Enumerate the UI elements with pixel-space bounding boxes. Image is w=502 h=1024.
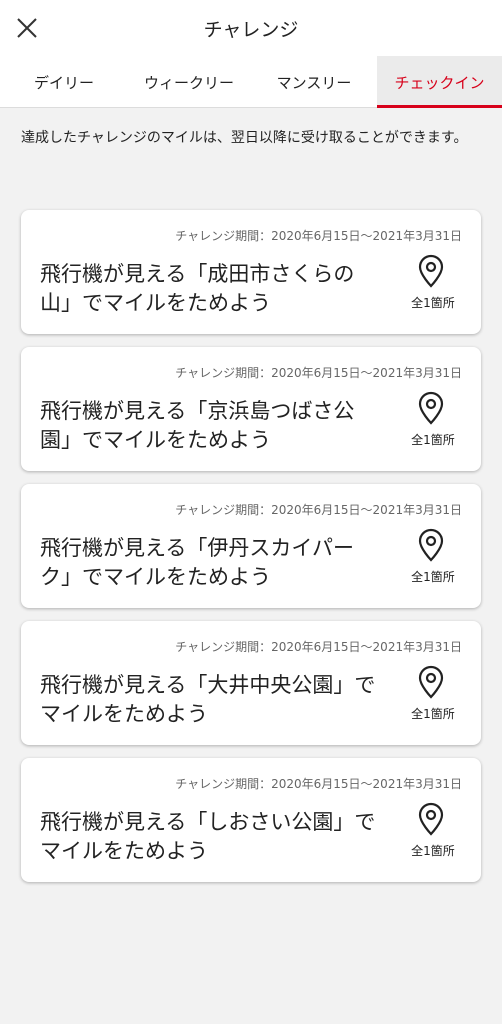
location-pin-icon — [418, 391, 444, 425]
location-pin-icon — [418, 802, 444, 836]
challenge-title: 飛行機が見える「大井中央公園」でマイルをためよう — [40, 673, 376, 726]
tab-weekly[interactable]: ウィークリー — [135, 56, 243, 108]
challenge-location-count: 全1箇所 — [411, 707, 455, 721]
challenge-location-count: 全1箇所 — [411, 570, 455, 584]
challenge-location-count: 全1箇所 — [411, 844, 455, 858]
tab-daily[interactable]: デイリー — [14, 56, 114, 108]
challenge-card[interactable]: チャレンジ期間：2020年6月15日～2021年3月31日 飛行機が見える「伊丹… — [21, 484, 481, 608]
challenge-title: 飛行機が見える「しおさい公園」でマイルをためよう — [40, 810, 376, 863]
challenge-period: チャレンジ期間：2020年6月15日～2021年3月31日 — [175, 777, 462, 791]
tab-checkin[interactable]: チェックイン — [377, 56, 502, 108]
challenge-card[interactable]: チャレンジ期間：2020年6月15日～2021年3月31日 飛行機が見える「成田… — [21, 210, 481, 334]
challenge-title: 飛行機が見える「伊丹スカイパーク」でマイルをためよう — [40, 536, 354, 589]
page-title: チャレンジ — [203, 19, 299, 41]
challenge-card[interactable]: チャレンジ期間：2020年6月15日～2021年3月31日 飛行機が見える「京浜… — [21, 347, 481, 471]
challenge-title: 飛行機が見える「京浜島つばさ公園」でマイルをためよう — [40, 399, 355, 452]
top-app-bar: チャレンジ — [0, 0, 502, 56]
challenge-period: チャレンジ期間：2020年6月15日～2021年3月31日 — [175, 366, 462, 380]
notice-text: 達成したチャレンジのマイルは、翌日以降に受け取ることができます。 — [21, 130, 468, 146]
active-tab-indicator — [377, 105, 502, 108]
challenge-period: チャレンジ期間：2020年6月15日～2021年3月31日 — [175, 640, 462, 654]
challenge-card[interactable]: チャレンジ期間：2020年6月15日～2021年3月31日 飛行機が見える「大井… — [21, 621, 481, 745]
challenge-title: 飛行機が見える「成田市さくらの山」でマイルをためよう — [40, 262, 355, 315]
tab-monthly[interactable]: マンスリー — [264, 56, 364, 108]
challenge-period: チャレンジ期間：2020年6月15日～2021年3月31日 — [175, 229, 462, 243]
challenge-location-count: 全1箇所 — [411, 296, 455, 310]
tab-bar: デイリー ウィークリー マンスリー チェックイン — [0, 56, 502, 108]
location-pin-icon — [418, 665, 444, 699]
challenge-period: チャレンジ期間：2020年6月15日～2021年3月31日 — [175, 503, 462, 517]
challenge-card[interactable]: チャレンジ期間：2020年6月15日～2021年3月31日 飛行機が見える「しお… — [21, 758, 481, 882]
location-pin-icon — [418, 528, 444, 562]
challenge-location-count: 全1箇所 — [411, 433, 455, 447]
location-pin-icon — [418, 254, 444, 288]
